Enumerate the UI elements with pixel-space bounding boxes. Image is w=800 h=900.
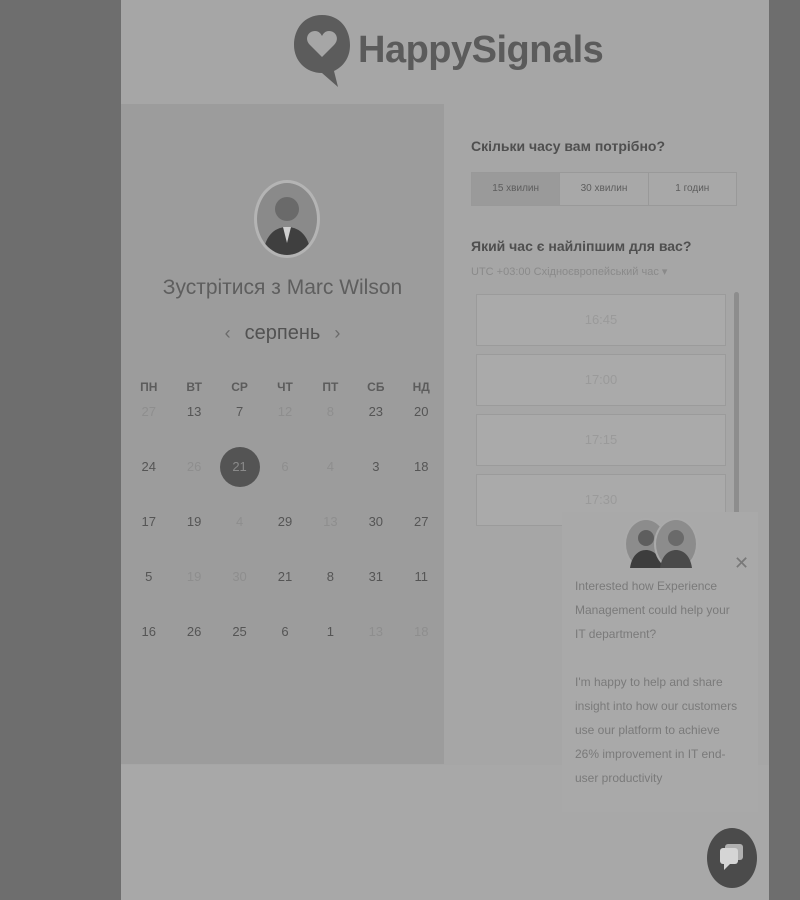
month-nav: ‹ серпень › [121,322,444,345]
logo: HappySignals [292,10,604,90]
calendar-week: 17 19 4 29 13 30 27 [126,508,444,563]
weekday-label: ПТ [322,380,339,394]
weekday-label: ПН [140,380,158,394]
heart-bubble-icon [294,15,350,87]
calendar-day[interactable]: 6 [262,618,307,673]
popup-line: Interested how Experience Management cou… [575,579,730,641]
meet-title: Зустрітися з Marc Wilson [162,276,403,299]
calendar-day[interactable]: 20 [399,398,444,453]
weekday-label: НД [412,380,430,394]
calendar-day: 27 [141,404,156,419]
calendar-day: 18 [414,624,429,639]
time-slot-button[interactable]: 17:00 [476,354,726,406]
timezone-label: UTC +03:00 Східноєвропейський час [471,266,659,278]
weekday-label: ЧТ [277,380,293,394]
avatar [254,180,320,258]
calendar-day[interactable]: 19 [171,508,216,563]
calendar-day: 6 [281,459,289,474]
calendar-day[interactable]: 16 [126,618,171,673]
calendar-day[interactable]: 17 [126,508,171,563]
next-month-icon[interactable]: › [334,323,340,344]
calendar-week: 24 26 21 6 4 3 18 [126,447,444,508]
popup-line: I'm happy to help and share insight into… [575,675,738,785]
calendar-day: 13 [323,514,338,529]
calendar-day: 19 [186,569,202,584]
calendar-day: 8 [326,404,335,419]
duration-question: Скільки часу вам потрібно? [471,138,666,154]
calendar-day[interactable]: 5 [126,563,171,618]
chat-button[interactable] [707,828,757,888]
calendar-day[interactable]: 26 [171,618,216,673]
weekday-label: СР [231,380,248,394]
calendar-day[interactable]: 18 [399,453,444,508]
month-label: серпень [244,322,321,344]
calendar-day[interactable]: 1 [308,618,353,673]
calendar-day: 4 [235,514,244,529]
calendar-day: 12 [277,404,293,419]
calendar-day: 26 [186,459,202,474]
close-icon[interactable]: ✕ [734,553,749,574]
calendar-day[interactable]: 3 [353,453,398,508]
calendar-day[interactable]: 30 [353,508,398,563]
calendar-day[interactable]: 8 [308,563,353,618]
calendar-day: 13 [368,624,384,639]
calendar-day: 4 [326,459,335,474]
calendar-day[interactable]: 24 [126,453,171,508]
time-slot-list: 16:45 17:00 17:15 17:30 [476,294,726,534]
calendar-day[interactable]: 29 [262,508,307,563]
calendar-day[interactable]: 25 [217,618,262,673]
time-slot-button[interactable]: 16:45 [476,294,726,346]
weekday-label: СБ [367,380,385,394]
scrollbar[interactable] [734,292,739,542]
calendar-day[interactable]: 27 [399,508,444,563]
calendar-day[interactable]: 21 [262,563,307,618]
time-question: Який час є найліпшим для вас? [471,238,692,254]
calendar-day[interactable]: 23 [353,398,398,453]
duration-60-button[interactable]: 1 годин [649,173,736,205]
calendar-week: 16 26 25 6 1 13 18 [126,618,444,673]
avatar [654,518,698,570]
calendar-week: 5 19 30 21 8 31 11 [126,563,444,618]
popup-message: Interested how Experience Management cou… [575,574,743,790]
calendar-day[interactable]: 31 [353,563,398,618]
selected-day-label: 21 [219,447,260,487]
calendar-day: 30 [232,569,247,584]
duration-selector: 15 хвилин 30 хвилин 1 годин [471,172,737,206]
calendar-grid: ПН ВТ СР ЧТ ПТ СБ НД 27 13 7 12 8 23 20 … [126,380,444,673]
calendar-day[interactable]: 11 [399,563,444,618]
duration-30-button[interactable]: 30 хвилин [560,173,649,205]
calendar-day[interactable]: 13 [171,398,216,453]
weekday-label: ВТ [186,380,202,394]
chat-icon [720,844,743,870]
calendar-week: 27 13 7 12 8 23 20 [126,398,444,453]
logo-text: HappySignals [358,28,604,71]
weekday-header: ПН ВТ СР ЧТ ПТ СБ НД [126,380,444,398]
calendar-day-selected[interactable]: 21 [217,447,262,508]
calendar-day[interactable]: 7 [217,398,262,453]
agent-avatars [624,518,698,570]
chevron-down-icon: ▾ [661,266,668,278]
timezone-select[interactable]: UTC +03:00 Східноєвропейський час ▾ [471,265,667,278]
prev-month-icon[interactable]: ‹ [225,323,231,344]
duration-15-button[interactable]: 15 хвилин [472,173,561,205]
time-slot-button[interactable]: 17:15 [476,414,726,466]
